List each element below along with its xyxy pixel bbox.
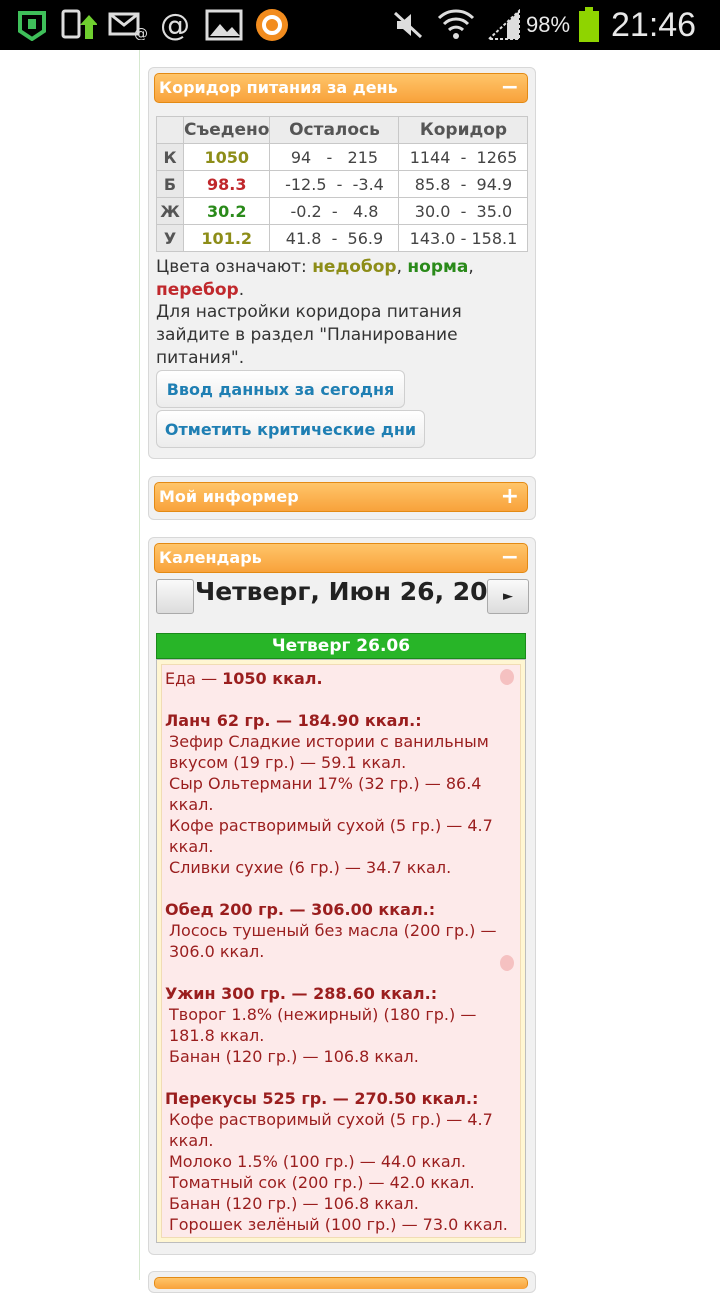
informer-title: Мой информер <box>159 487 299 506</box>
shield-icon <box>14 8 50 42</box>
meal-title: Ланч 62 гр. — 184.90 ккал.: <box>165 711 422 730</box>
left-range: -12.5 - -3.4 <box>269 170 400 198</box>
next-panel <box>148 1271 536 1293</box>
apple-icon <box>500 669 514 685</box>
meal-item: Сливки сухие (6 гр.) — 34.7 ккал. <box>169 858 452 877</box>
calendar-header[interactable]: Календарь − <box>154 543 528 573</box>
orange-app-icon <box>252 8 292 42</box>
informer-header[interactable]: Мой информер + <box>154 482 528 512</box>
mute-icon <box>390 8 426 42</box>
status-bar: @ @ 98% 21:46 <box>0 0 720 50</box>
meal-item: Банан (120 гр.) — 106.8 ккал. <box>169 1047 419 1066</box>
next-panel-header[interactable] <box>154 1277 528 1289</box>
legend-norm: норма <box>407 257 469 277</box>
upload-icon <box>58 8 98 42</box>
at-icon: @ <box>160 7 190 43</box>
corridor-range: 85.8 - 94.9 <box>398 170 529 198</box>
calendar-panel: Календарь − Четверг, Июн 26, 2014 ► Четв… <box>148 537 536 1255</box>
meal-item: Молоко 1.5% (100 гр.) — 44.0 ккал. <box>169 1152 466 1171</box>
table-row: Б 98.3 -12.5 - -3.4 85.8 - 94.9 <box>156 170 529 198</box>
row-label: Ж <box>156 197 184 225</box>
eaten-value: 1050 <box>182 143 271 171</box>
left-range: -0.2 - 4.8 <box>269 197 400 225</box>
image-icon <box>204 8 244 42</box>
corridor-range: 30.0 - 35.0 <box>398 197 529 225</box>
corridor-table: Съедено Осталось Коридор К 1050 94 - 215… <box>156 116 529 252</box>
meal-item: Творог 1.8% (нежирный) (180 гр.) — 181.8… <box>169 1005 477 1045</box>
table-row: У 101.2 41.8 - 56.9 143.0 - 158.1 <box>156 224 529 252</box>
table-header-corner <box>156 116 184 144</box>
meal-title: Ужин 300 гр. — 288.60 ккал.: <box>165 984 438 1003</box>
day-header[interactable]: Четверг 26.06 <box>156 633 526 659</box>
meal-item: Кофе растворимый сухой (5 гр.) — 4.7 кка… <box>169 1110 493 1150</box>
battery-icon <box>577 7 601 42</box>
clock: 21:46 <box>611 6 697 44</box>
calendar-date-title: Четверг, Июн 26, 2014 <box>195 577 523 606</box>
left-range: 94 - 215 <box>269 143 400 171</box>
meal-item: Банан (120 гр.) — 106.8 ккал. <box>169 1194 419 1213</box>
corridor-title: Коридор питания за день <box>159 78 398 97</box>
meal-item: Зефир Сладкие истории с ванильным вкусом… <box>169 732 489 772</box>
legend-under: недобор <box>312 257 397 277</box>
color-legend: Цвета означают: недобор, норма, перебор. <box>156 257 474 300</box>
meal-title: Обед 200 гр. — 306.00 ккал.: <box>165 900 436 919</box>
meal-item: Сыр Ольтермани 17% (32 гр.) — 86.4 ккал. <box>169 774 482 814</box>
signal-icon <box>486 8 522 42</box>
row-label: У <box>156 224 184 252</box>
collapse-icon[interactable]: − <box>501 544 519 572</box>
row-label: К <box>156 143 184 171</box>
meal-item: Лосось тушеный без масла (200 гр.) — 306… <box>169 921 497 961</box>
battery-percent: 98% <box>526 12 571 37</box>
meal-title: Перекусы 525 гр. — 270.50 ккал.: <box>165 1089 479 1108</box>
corridor-panel: Коридор питания за день − Съедено Остало… <box>148 67 536 459</box>
meal-item: Томатный сок (200 гр.) — 42.0 ккал. <box>169 1173 475 1192</box>
day-details[interactable]: Еда — 1050 ккал. Ланч 62 гр. — 184.90 кк… <box>161 664 521 1238</box>
meal-item: Кофе растворимый сухой (5 гр.) — 4.7 кка… <box>169 816 493 856</box>
corridor-range: 1144 - 1265 <box>398 143 529 171</box>
next-day-button[interactable]: ► <box>487 579 529 614</box>
enter-today-button[interactable]: Ввод данных за сегодня <box>156 370 405 408</box>
mark-critical-days-button[interactable]: Отметить критические дни <box>156 410 425 448</box>
legend-over: перебор <box>156 280 239 300</box>
corridor-range: 143.0 - 158.1 <box>398 224 529 252</box>
row-label: Б <box>156 170 184 198</box>
day-entry: Еда — 1050 ккал. Ланч 62 гр. — 184.90 кк… <box>156 659 526 1243</box>
left-range: 41.8 - 56.9 <box>269 224 400 252</box>
apple-icon <box>500 955 514 971</box>
corridor-settings-note: Для настройки коридора питания зайдите в… <box>156 302 462 368</box>
table-row: Ж 30.2 -0.2 - 4.8 30.0 - 35.0 <box>156 197 529 225</box>
calendar-title: Календарь <box>159 548 262 567</box>
play-arrow-icon: ► <box>503 589 513 604</box>
corridor-header[interactable]: Коридор питания за день − <box>154 73 528 103</box>
table-header-corridor: Коридор <box>398 116 529 144</box>
eaten-value: 30.2 <box>182 197 271 225</box>
table-header-eaten: Съедено <box>182 116 271 144</box>
email-icon: @ <box>108 8 148 42</box>
prev-day-button[interactable] <box>156 579 194 614</box>
content-left-border <box>139 50 140 1280</box>
collapse-icon[interactable]: − <box>501 74 519 102</box>
wifi-icon <box>436 8 476 42</box>
eaten-value: 98.3 <box>182 170 271 198</box>
eaten-value: 101.2 <box>182 224 271 252</box>
food-total: Еда — 1050 ккал. <box>165 669 323 688</box>
expand-icon[interactable]: + <box>501 483 519 511</box>
table-row: К 1050 94 - 215 1144 - 1265 <box>156 143 529 171</box>
table-header-row: Съедено Осталось Коридор <box>156 116 529 144</box>
meal-item: Горошек зелёный (100 гр.) — 73.0 ккал. <box>169 1215 508 1234</box>
table-header-left: Осталось <box>269 116 400 144</box>
informer-panel: Мой информер + <box>148 476 536 520</box>
svg-text:@: @ <box>134 26 148 40</box>
